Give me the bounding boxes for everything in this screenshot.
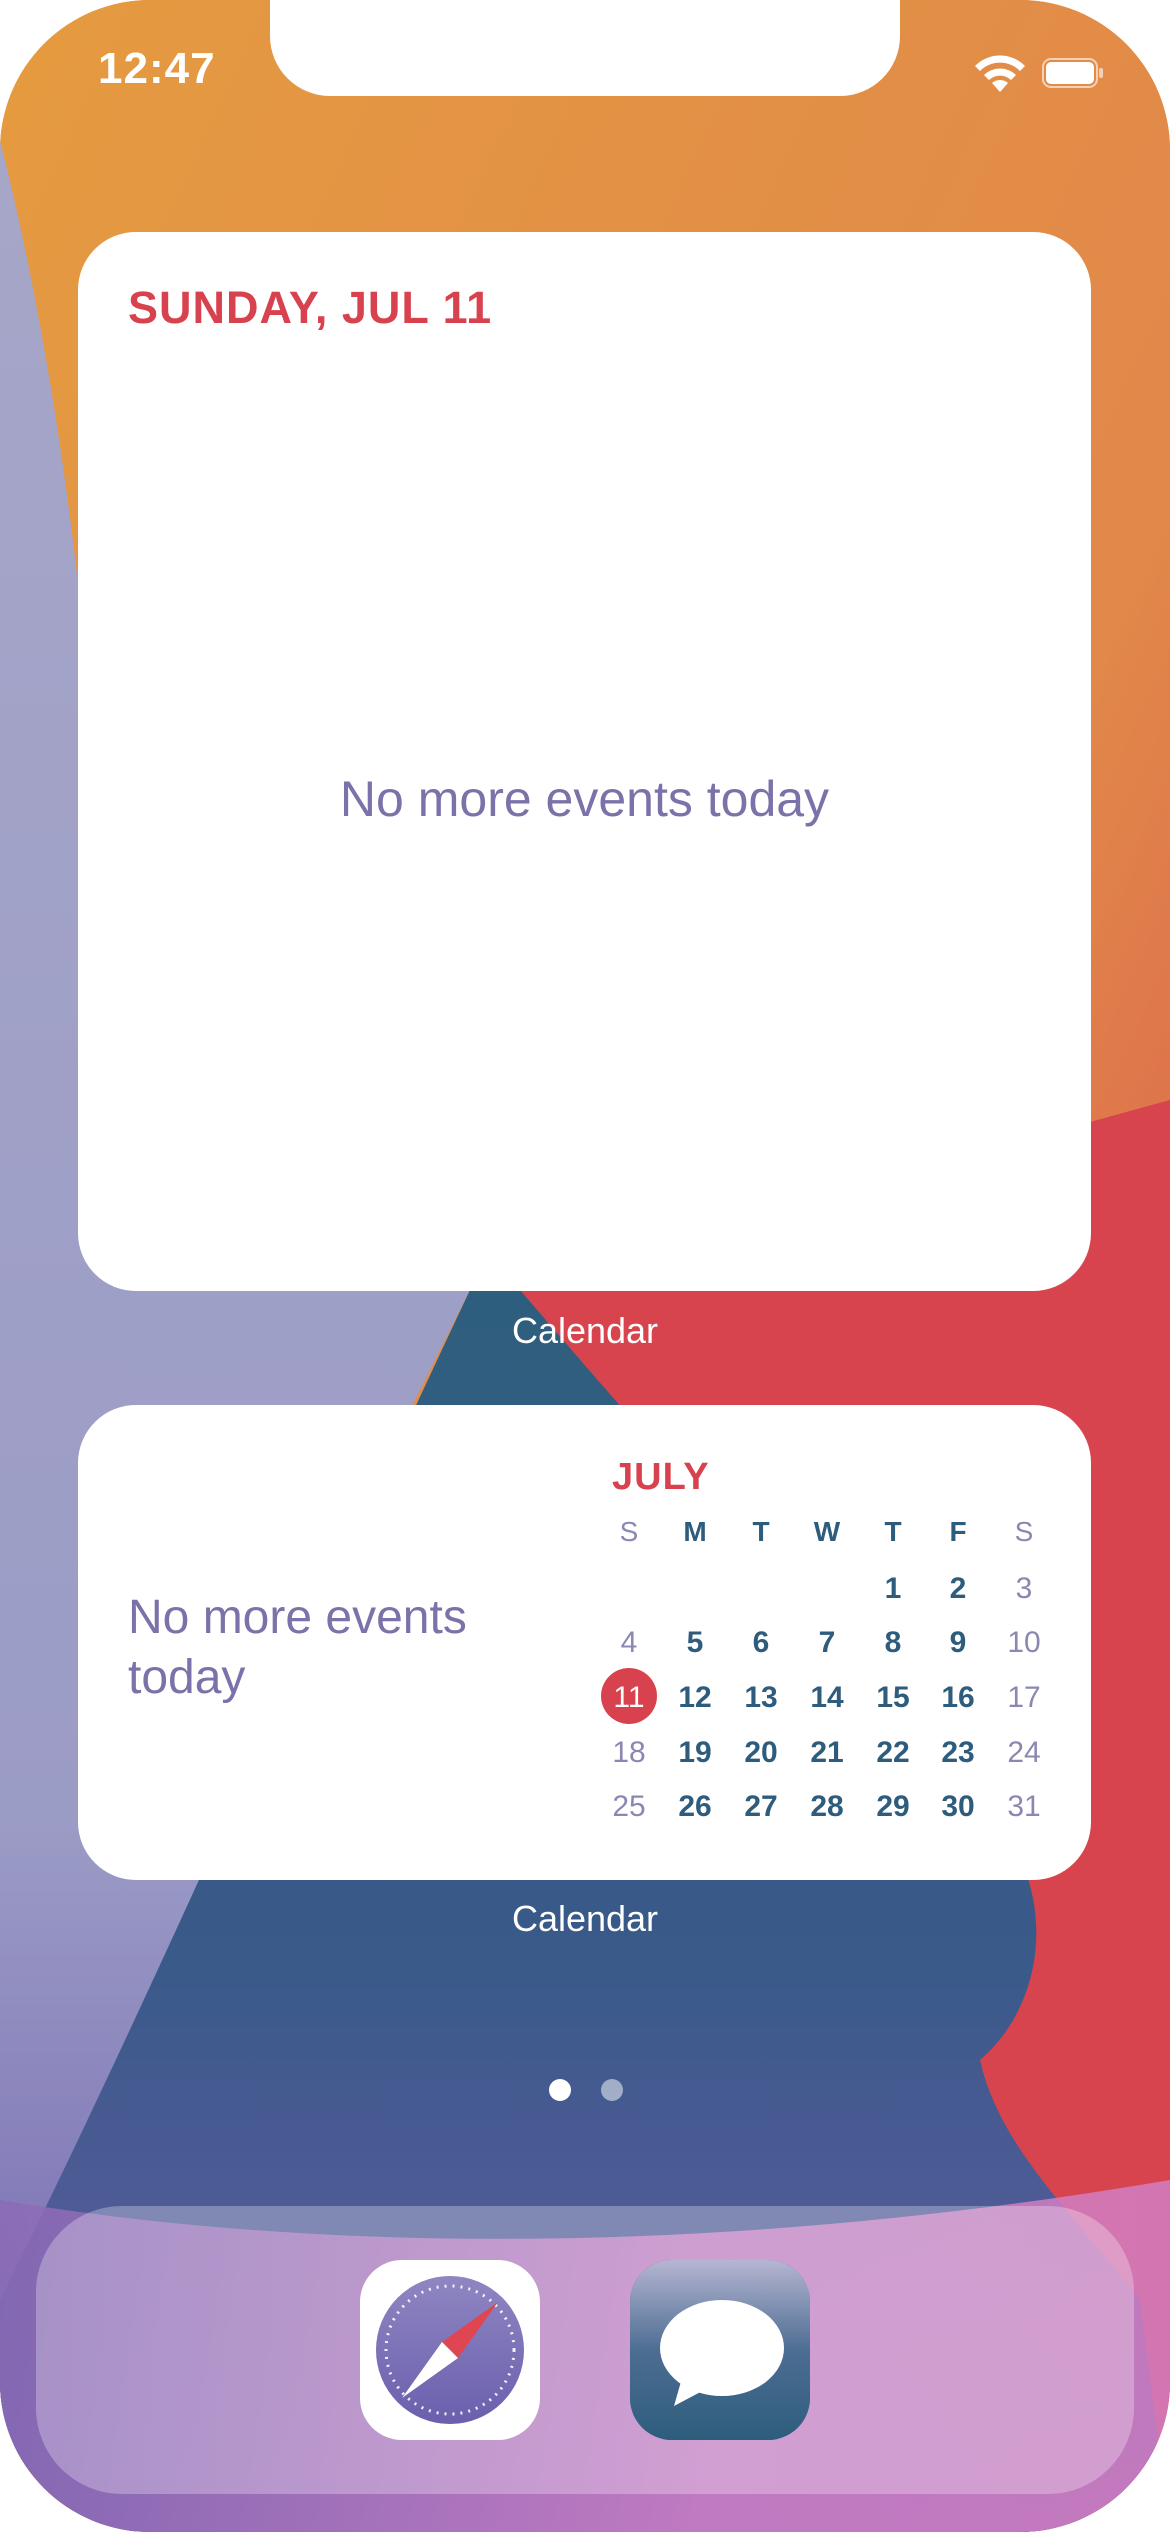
wifi-icon <box>975 55 1025 92</box>
calendar-day: 6 <box>752 1626 770 1659</box>
notch <box>270 0 900 96</box>
calendar-day: 20 <box>744 1736 778 1769</box>
battery-icon <box>1042 58 1103 88</box>
page-dot[interactable] <box>601 2079 623 2101</box>
calendar-day: 27 <box>744 1790 778 1823</box>
calendar-day: 21 <box>810 1736 844 1769</box>
weekday-label: M <box>683 1516 707 1547</box>
home-screen: 12:47 SUNDAY, JUL 11 No more events toda… <box>0 0 1170 2532</box>
calendar-day: 19 <box>678 1736 712 1769</box>
calendar-day: 28 <box>810 1790 844 1823</box>
widget-caption: Calendar <box>511 1898 659 1939</box>
calendar-day: 8 <box>884 1626 902 1659</box>
calendar-day: 22 <box>876 1736 910 1769</box>
messages-icon <box>630 2260 810 2440</box>
widget-date: SUNDAY, JUL 11 <box>128 282 493 333</box>
calendar-day: 12 <box>678 1681 712 1714</box>
calendar-day: 17 <box>1007 1681 1041 1714</box>
safari-icon <box>376 2276 524 2424</box>
widget-caption: Calendar <box>511 1310 659 1351</box>
calendar-day: 15 <box>876 1681 910 1714</box>
calendar-day: 24 <box>1007 1736 1041 1769</box>
calendar-day: 1 <box>884 1572 902 1605</box>
calendar-day: 14 <box>810 1681 844 1714</box>
calendar-day: 4 <box>620 1626 638 1659</box>
calendar-day: 9 <box>949 1626 967 1659</box>
no-events-text: No more events today <box>128 1591 467 1704</box>
calendar-day: 18 <box>612 1736 646 1769</box>
calendar-day: 13 <box>744 1681 778 1714</box>
calendar-month: JULY <box>612 1456 710 1498</box>
calendar-day: 29 <box>876 1790 910 1823</box>
calendar-day: 2 <box>949 1572 967 1605</box>
calendar-day: 16 <box>941 1681 975 1714</box>
calendar-day: 3 <box>1015 1572 1033 1605</box>
no-events-text: No more events today <box>339 771 830 827</box>
dock <box>36 2206 1134 2494</box>
calendar-day: 5 <box>686 1626 704 1659</box>
page-dot-active[interactable] <box>549 2079 571 2101</box>
calendar-day: 31 <box>1007 1790 1041 1823</box>
calendar-day: 25 <box>612 1790 646 1823</box>
messages-app-icon[interactable] <box>630 2260 810 2440</box>
weekday-label: S <box>1014 1516 1034 1547</box>
weekday-label: T <box>752 1516 770 1547</box>
calendar-widget-large[interactable] <box>78 232 1091 1291</box>
status-time: 12:47 <box>98 44 216 93</box>
calendar-day: 10 <box>1007 1626 1041 1659</box>
weekday-label: W <box>813 1516 841 1547</box>
safari-app-icon[interactable] <box>360 2260 540 2440</box>
calendar-day: 23 <box>941 1736 975 1769</box>
calendar-day-today: 11 <box>613 1681 645 1714</box>
calendar-day: 7 <box>818 1626 836 1659</box>
weekday-label: F <box>949 1516 967 1547</box>
calendar-day: 26 <box>678 1790 712 1823</box>
weekday-label: S <box>619 1516 639 1547</box>
weekday-label: T <box>884 1516 902 1547</box>
calendar-day: 30 <box>941 1790 975 1823</box>
